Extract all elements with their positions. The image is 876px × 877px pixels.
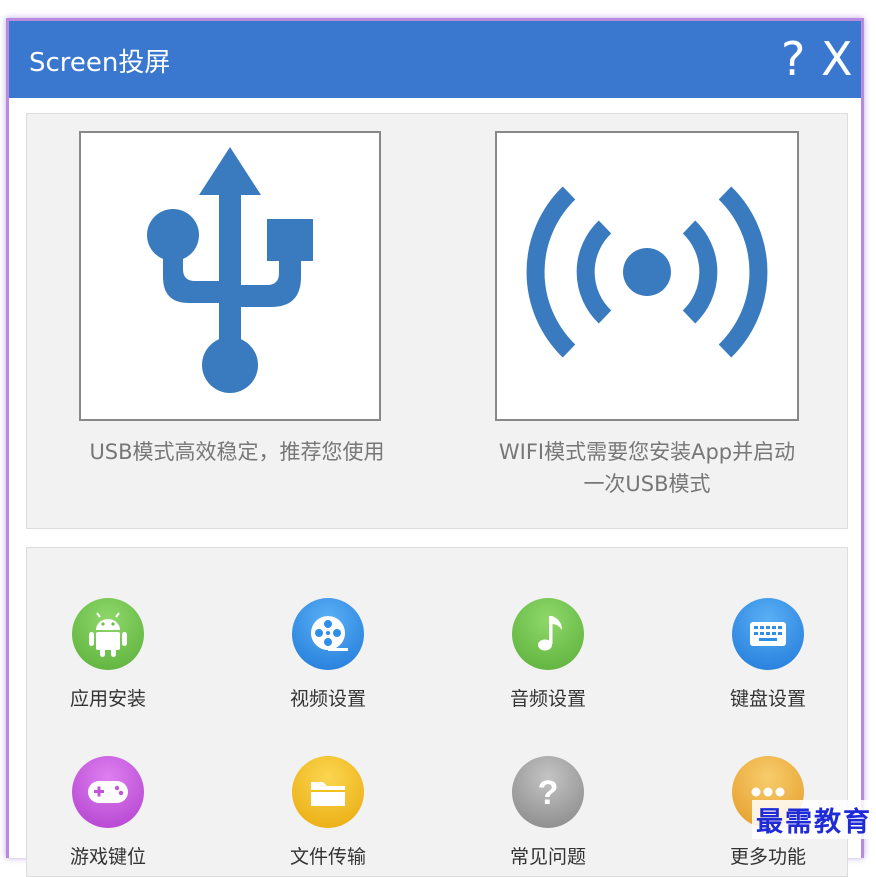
wifi-mode-button[interactable] [495, 131, 799, 421]
wifi-description-line2: 一次USB模式 [583, 472, 711, 496]
help-button[interactable]: ? [781, 31, 805, 87]
function-app-install[interactable]: 应用安装 [33, 598, 183, 711]
function-file-transfer[interactable]: 文件传输 [253, 756, 403, 869]
question-icon: ? [512, 756, 584, 828]
music-note-icon [512, 598, 584, 670]
keyboard-icon [732, 598, 804, 670]
function-label: 文件传输 [289, 846, 366, 868]
title-bar: Screen投屏 ? X [9, 21, 861, 98]
function-label: 更多功能 [729, 846, 806, 868]
wifi-mode-description: WIFI模式需要您安装App并启动 一次USB模式 [467, 436, 827, 500]
function-label: 键盘设置 [729, 688, 806, 710]
folder-icon [292, 756, 364, 828]
function-label: 视频设置 [289, 688, 366, 710]
wifi-description-line1: WIFI模式需要您安装App并启动 [498, 440, 796, 464]
film-reel-icon [292, 598, 364, 670]
android-icon [72, 598, 144, 670]
usb-icon [147, 147, 313, 393]
svg-text:?: ? [538, 774, 559, 812]
function-label: 应用安装 [69, 688, 146, 710]
close-button[interactable]: X [821, 31, 853, 87]
connection-mode-panel: USB模式高效稳定，推荐您使用 WIFI模式需要您安装App并启动 一次USB模… [26, 113, 848, 529]
watermark-text: 最需教育 [752, 800, 876, 839]
function-label: 游戏键位 [69, 846, 146, 868]
function-video-settings[interactable]: 视频设置 [253, 598, 403, 711]
usb-mode-description: USB模式高效稳定，推荐您使用 [89, 440, 385, 464]
window-title: Screen投屏 [29, 48, 171, 78]
function-label: 常见问题 [509, 846, 586, 868]
function-audio-settings[interactable]: 音频设置 [473, 598, 623, 711]
function-keyboard-settings[interactable]: 键盘设置 [693, 598, 843, 711]
function-label: 音频设置 [509, 688, 586, 710]
usb-mode-button[interactable] [79, 131, 381, 421]
function-faq[interactable]: ? 常见问题 [473, 756, 623, 869]
function-game-keys[interactable]: 游戏键位 [33, 756, 183, 869]
function-grid-panel: 应用安装 视频设置 音频设置 键盘设置 游戏键位 文件传输 ? 常见问题 更多功… [26, 547, 848, 877]
app-window: Screen投屏 ? X USB模式高效稳定，推荐您使用 WIFI模式需要您安装… [6, 18, 864, 877]
wifi-signal-icon [526, 186, 768, 358]
gamepad-icon [72, 756, 144, 828]
